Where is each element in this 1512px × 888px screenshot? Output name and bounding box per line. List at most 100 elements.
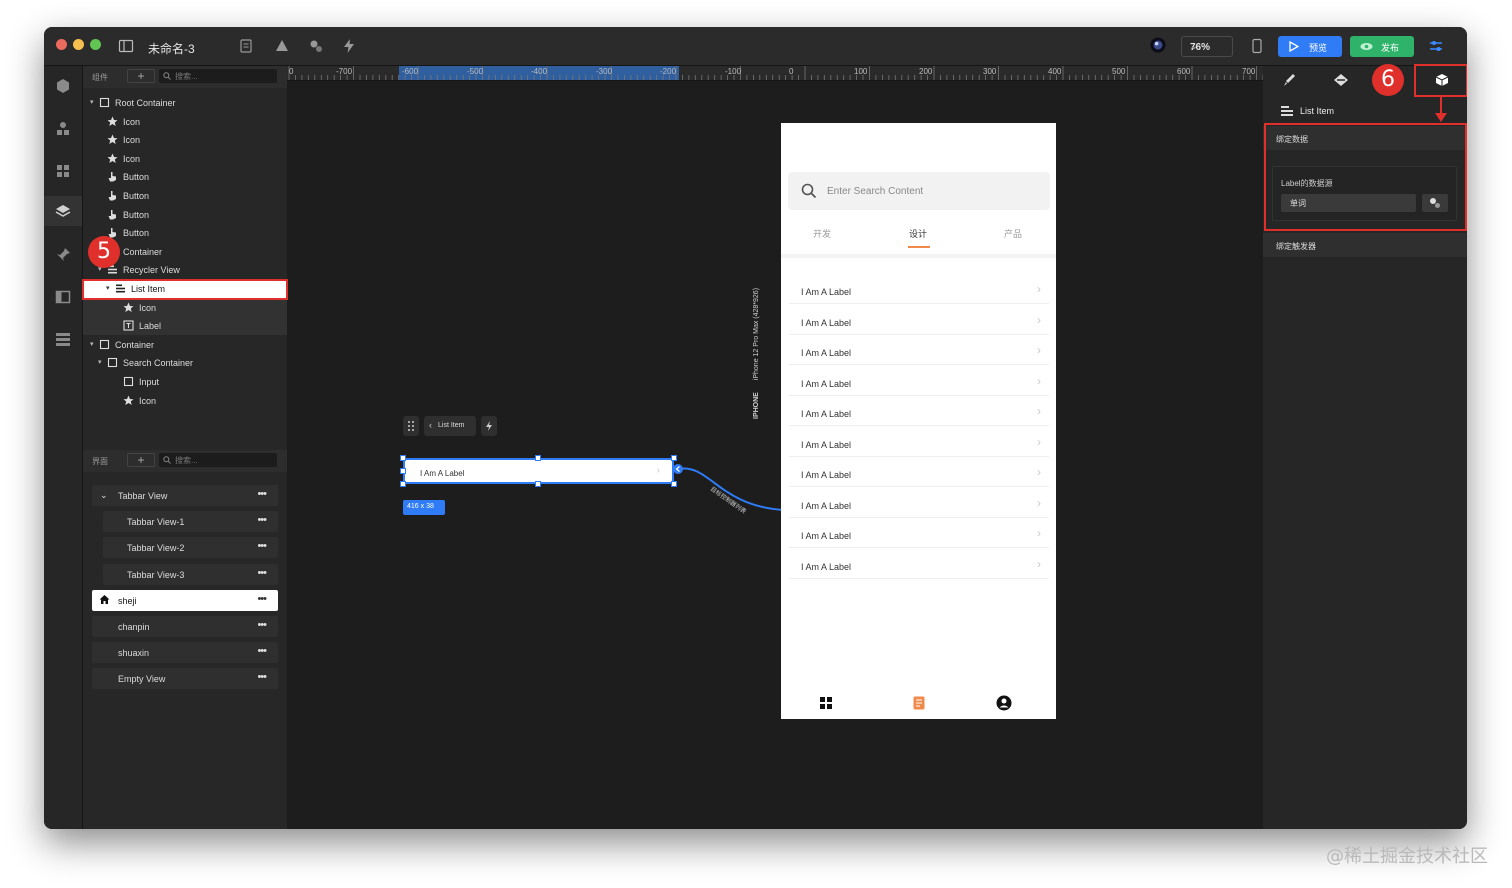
tree-row[interactable]: Icon [83,298,287,317]
components-header-label: 组件 [92,73,108,82]
tree-row[interactable]: Icon [83,150,287,168]
tree-row[interactable]: Label [83,317,287,336]
phone-list-item[interactable]: I Am A Label › [789,487,1049,518]
phone-list-item[interactable]: I Am A Label › [789,395,1049,426]
dashboard-icon[interactable] [818,695,834,711]
triangle-shape-icon[interactable] [274,38,290,54]
phone-search-bar[interactable]: Enter Search Content [788,172,1050,210]
page-list-item[interactable]: Tabbar View-3 ••• [103,563,278,585]
tab-style[interactable] [1265,66,1313,96]
design-canvas[interactable]: 0 -700 -600 -500 -400 -300 -200 -100 0 100 200 300 4… [287,66,1263,829]
more-options-icon[interactable]: ••• [257,567,267,579]
tree-row[interactable]: Input [83,373,287,391]
page-search-input[interactable]: 搜索... [159,453,277,467]
more-options-icon[interactable]: ••• [257,619,267,631]
more-options-icon[interactable]: ••• [257,593,267,605]
caret-down-icon[interactable]: ▾ [90,98,94,106]
shapes-icon[interactable] [53,119,73,139]
resize-handle-bl[interactable] [400,481,406,487]
phone-tab-dev[interactable]: 开发 [813,227,831,240]
select-parent-button[interactable]: ‹ List Item [424,416,476,436]
phone-list-item[interactable]: I Am A Label › [789,304,1049,335]
layers-icon[interactable] [53,201,73,221]
watermark: @稀土掘金技术社区 [1326,846,1488,867]
phone-list-item[interactable]: I Am A Label › [789,456,1049,487]
zoom-select[interactable]: 76% ⌄ [1181,36,1233,57]
chevron-right-icon: › [1037,373,1041,388]
pin-icon[interactable] [53,245,73,265]
drag-handle-button[interactable] [403,416,419,436]
phone-list-item[interactable]: I Am A Label › [789,334,1049,365]
device-phone-icon[interactable] [1249,38,1265,54]
bind-trigger-section[interactable]: 绑定触发器 [1263,233,1467,257]
phone-artboard[interactable]: Enter Search Content 开发 设计 产品 I Am A Lab… [781,123,1056,719]
caret-down-icon[interactable]: ▾ [98,358,102,366]
resize-handle-tc[interactable] [535,455,541,461]
components-icon[interactable] [308,38,324,54]
star-icon [123,302,134,313]
page-doc-icon[interactable] [238,38,254,54]
more-options-icon[interactable]: ••• [257,645,267,657]
phone-list-item[interactable]: I Am A Label › [789,365,1049,396]
resize-handle-tl[interactable] [400,455,406,461]
add-page-button[interactable]: + [127,453,155,467]
tree-row[interactable]: Button [83,168,287,186]
zoom-window-button[interactable] [90,39,101,50]
resize-handle-bc[interactable] [535,481,541,487]
chevron-right-icon: › [1037,526,1041,540]
component-search-input[interactable]: 搜索... [159,69,277,83]
tree-row[interactable]: Icon [83,131,287,149]
cube-icon[interactable] [53,76,73,96]
publish-button[interactable]: 发布 [1350,36,1414,57]
caret-down-icon[interactable]: ▾ [90,340,94,348]
panel-icon[interactable] [53,287,73,307]
phone-list-item[interactable]: I Am A Label › [789,517,1049,548]
avatar[interactable] [1150,37,1168,55]
lightning-icon[interactable] [341,38,357,54]
tree-row[interactable]: ▾ Root Container [83,94,287,112]
phone-tab-product[interactable]: 产品 [1004,227,1022,240]
tree-row[interactable]: ▾ Search Container [83,354,287,372]
settings-sliders-icon[interactable] [1428,38,1444,54]
account-icon[interactable] [996,695,1012,711]
more-options-icon[interactable]: ••• [257,540,267,552]
tree-row[interactable]: ▾ Container [83,336,287,354]
page-list-item[interactable]: Tabbar View-1 ••• [103,511,278,533]
chevron-down-icon[interactable]: ⌄ [100,490,108,501]
ruler-label: 0 [289,67,294,76]
phone-tab-design[interactable]: 设计 [909,227,927,240]
more-options-icon[interactable]: ••• [257,514,267,526]
tree-row[interactable]: Button [83,206,287,224]
phone-list-item[interactable]: I Am A Label › [789,548,1049,579]
page-list-item[interactable]: Empty View ••• [92,668,278,690]
add-component-button[interactable]: + [127,69,155,83]
phone-list-item-label: I Am A Label [801,348,852,358]
table-icon[interactable] [53,329,73,349]
search-icon [163,72,171,80]
ruler-label: 200 [919,67,933,76]
page-list-item[interactable]: chanpin ••• [92,616,278,637]
layout-icon[interactable] [53,161,73,181]
action-button[interactable] [481,416,497,436]
more-options-icon[interactable]: ••• [257,488,267,500]
page-list-item[interactable]: Tabbar View-2 ••• [103,537,278,559]
chevron-right-icon: › [1037,465,1041,479]
tree-row[interactable]: Icon [83,392,287,410]
minimize-window-button[interactable] [73,39,84,50]
page-list-item[interactable]: ⌄ Tabbar View ••• [92,485,278,506]
more-options-icon[interactable]: ••• [257,671,267,683]
tab-interaction[interactable] [1316,66,1364,96]
phone-list-item[interactable]: I Am A Label › [789,273,1049,304]
preview-button[interactable]: 预览 [1278,36,1342,57]
resize-handle-ml[interactable] [400,468,406,474]
pointer-hand-icon [107,209,118,220]
tree-row[interactable]: Icon [83,113,287,131]
phone-list-item[interactable]: I Am A Label › [789,426,1049,457]
tree-row[interactable]: Button [83,187,287,205]
sidebar-toggle-icon[interactable] [118,38,134,54]
document-icon[interactable] [911,695,927,711]
close-window-button[interactable] [56,39,67,50]
highlight-list-item-row [82,279,288,300]
page-list-item[interactable]: shuaxin ••• [92,642,278,664]
page-list-item[interactable]: sheji ••• [92,589,278,611]
